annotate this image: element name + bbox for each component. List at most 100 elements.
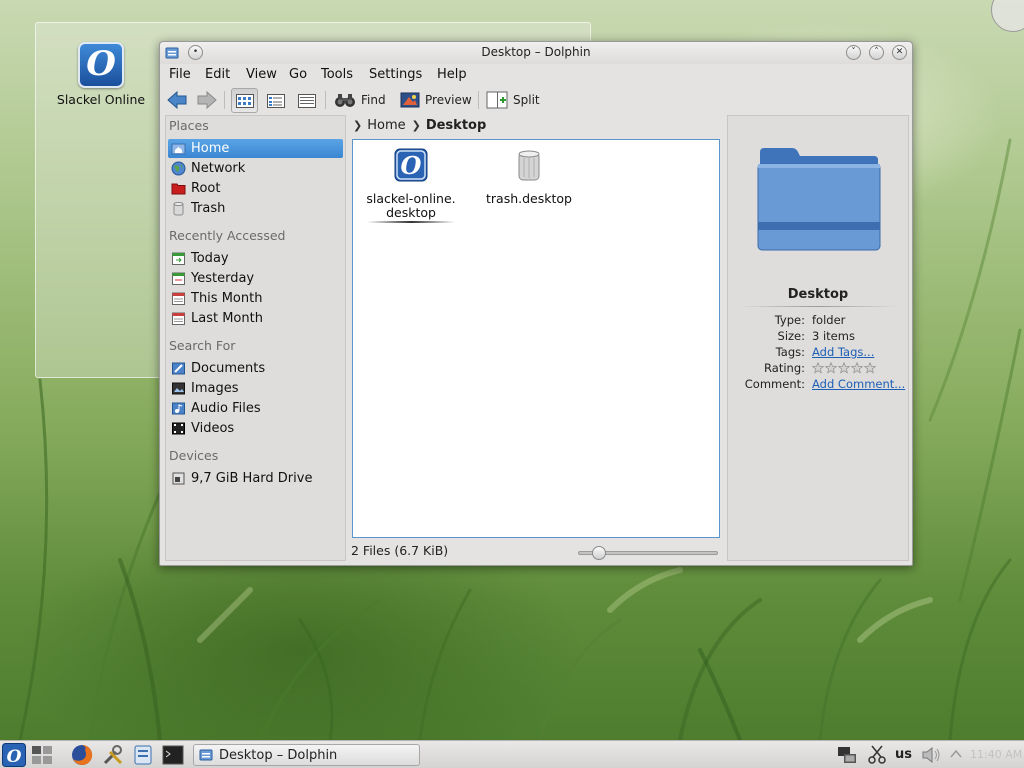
arrow-right-icon [197,90,217,110]
file-manager-icon[interactable] [132,744,154,766]
application-launcher-icon[interactable]: O [2,743,26,767]
places-item-root[interactable]: Root [168,179,343,198]
places-header: Places [169,118,209,133]
places-item-label: Trash [191,201,226,216]
terminal-icon[interactable] [162,744,184,766]
split-button[interactable]: Split [486,88,540,112]
compact-view-button[interactable] [262,88,289,113]
chevron-right-icon[interactable]: ❯ [353,119,362,132]
trash-icon [173,202,184,216]
svg-text:O: O [7,747,22,767]
title-bar[interactable]: • Desktop – Dolphin ˅ ˄ ✕ [160,42,912,64]
places-item-network[interactable]: Network [168,159,343,178]
star-icon[interactable] [851,362,863,374]
clipboard-icon[interactable] [866,744,888,766]
places-item-home[interactable]: Home [168,139,343,158]
breadcrumb-current[interactable]: Desktop [426,118,486,133]
places-item-trash[interactable]: Trash [168,199,343,218]
chevron-up-icon[interactable] [949,747,963,761]
calendar-yesterday-icon [172,272,185,285]
file-item-trash[interactable]: trash.desktop [479,148,579,206]
slackel-logo-icon: O [78,42,124,88]
places-item-this-month[interactable]: This Month [168,289,343,308]
split-view-icon [486,91,508,109]
clock[interactable]: 11:40 AM [970,748,1022,761]
places-item-label: Yesterday [191,271,255,286]
zoom-slider-handle[interactable] [591,546,606,560]
preview-button[interactable]: Preview [400,88,472,112]
add-comment-link[interactable]: Add Comment... [812,377,905,391]
file-view[interactable]: O slackel-online. desktop trash.desktop [352,139,720,538]
dolphin-window: • Desktop – Dolphin ˅ ˄ ✕ File Edit View… [159,41,913,566]
forward-button[interactable] [196,88,218,112]
star-icon[interactable] [838,362,850,374]
desktop-icon-slackel-online[interactable]: O Slackel Online [54,42,148,107]
keyboard-layout-indicator[interactable]: us [895,747,912,762]
info-comment-row: Comment: Add Comment... [744,377,906,391]
find-button[interactable]: Find [334,88,386,112]
toolbar-separator [325,91,326,109]
status-text: 2 Files (6.7 KiB) [351,543,449,558]
menu-view[interactable]: View [246,67,277,82]
add-tags-link[interactable]: Add Tags... [812,345,874,359]
menu-settings[interactable]: Settings [369,67,422,82]
file-name-line1: slackel-online. [366,191,456,206]
documents-search-icon [172,362,185,375]
info-divider [738,306,898,307]
menu-go[interactable]: Go [289,67,307,82]
info-name: Desktop [787,287,849,302]
star-icon[interactable] [812,362,824,374]
star-icon[interactable] [864,362,876,374]
zoom-slider[interactable] [578,546,718,560]
maximize-button[interactable]: ˄ [869,45,884,60]
menu-help[interactable]: Help [437,67,467,82]
places-item-label: Images [191,381,239,396]
toolbar-separator [224,91,225,109]
places-item-videos[interactable]: Videos [168,419,343,438]
menu-file[interactable]: File [169,67,191,82]
audio-search-icon [172,402,185,415]
videos-search-icon [172,422,185,435]
places-item-last-month[interactable]: Last Month [168,309,343,328]
places-item-audio-files[interactable]: Audio Files [168,399,343,418]
system-settings-icon[interactable] [102,744,124,766]
hard-drive-icon [172,472,185,485]
information-panel: Desktop Type: folder Size: 3 items Tags:… [727,115,909,561]
chevron-right-icon[interactable]: ❯ [412,119,421,132]
task-label: Desktop – Dolphin [219,747,338,763]
firefox-icon[interactable] [71,744,93,766]
file-name-line2: desktop [386,205,436,220]
file-name: trash.desktop [486,191,572,206]
places-item-label: Network [191,161,246,176]
back-button[interactable] [166,88,188,112]
places-item-documents[interactable]: Documents [168,359,343,378]
file-item-slackel-online[interactable]: O slackel-online. desktop [361,148,461,223]
places-item-hard-drive[interactable]: 9,7 GiB Hard Drive [168,469,343,488]
icons-view-icon [235,93,254,108]
places-item-yesterday[interactable]: Yesterday [168,269,343,288]
close-button[interactable]: ✕ [892,45,907,60]
places-item-label: Videos [191,421,235,436]
minimize-button[interactable]: ˅ [846,45,861,60]
hover-underline [367,221,455,223]
icons-view-button[interactable] [231,88,258,113]
find-label: Find [361,93,386,107]
desktop-pager-icon[interactable] [31,744,53,766]
info-tags-row: Tags: Add Tags... [775,345,875,359]
menu-edit[interactable]: Edit [205,67,230,82]
places-item-today[interactable]: Today [168,249,343,268]
breadcrumb-home[interactable]: Home [367,118,405,133]
rating-stars[interactable] [812,362,876,374]
places-panel: Places Home Network Root Trash Recently … [165,115,346,561]
volume-icon[interactable] [920,744,942,766]
menu-tools[interactable]: Tools [321,67,353,82]
details-view-button[interactable] [293,88,320,113]
places-item-images[interactable]: Images [168,379,343,398]
network-icon[interactable] [836,744,858,766]
window-title: Desktop – Dolphin [481,45,591,59]
places-item-label: Last Month [191,311,263,326]
trash-icon [518,150,540,181]
taskbar-task-dolphin[interactable]: Desktop – Dolphin [193,744,420,766]
star-icon[interactable] [825,362,837,374]
compact-view-icon [266,93,285,108]
